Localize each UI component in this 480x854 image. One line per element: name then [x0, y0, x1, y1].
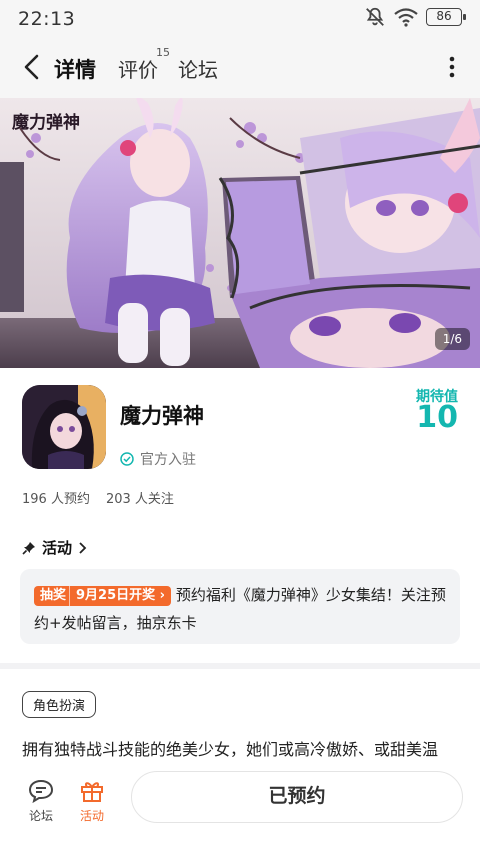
- more-vertical-icon[interactable]: [446, 54, 458, 80]
- lottery-tag: 抽奖: [34, 586, 73, 606]
- tab-details[interactable]: 详情: [54, 54, 96, 84]
- verified-check-icon: [120, 452, 134, 466]
- follower-count: 203 人关注: [105, 492, 174, 507]
- chevron-right-icon: [79, 541, 87, 554]
- forum-button[interactable]: 论坛: [19, 779, 63, 824]
- tab-forum[interactable]: 论坛: [178, 54, 218, 83]
- game-description: 拥有独特战斗技能的绝美少女，她们或高冷傲娇、或甜美温: [22, 740, 439, 759]
- bell-off-icon: [366, 7, 384, 26]
- score-value: 10: [416, 400, 458, 435]
- reserved-button[interactable]: 已预约: [131, 771, 463, 823]
- status-bar: 22:13 86: [0, 0, 480, 38]
- app-stats: 196 人预约 203 人关注: [22, 488, 174, 507]
- app-name: 魔力弹神: [120, 404, 204, 428]
- genre-tag[interactable]: 角色扮演: [22, 691, 97, 718]
- official-badge: 官方入驻: [120, 449, 196, 469]
- back-arrow-icon[interactable]: [18, 52, 48, 82]
- reviews-count: 15: [156, 46, 170, 59]
- banner-title: 魔力弹神: [12, 113, 80, 133]
- bottom-action-bar: 论坛 活动 已预约: [0, 765, 480, 854]
- banner-carousel[interactable]: 魔力弹神 1/6: [0, 98, 480, 368]
- banner-page-counter: 1/6: [434, 328, 470, 350]
- activity-section-link[interactable]: 活动: [22, 537, 88, 558]
- battery-indicator: 86: [426, 8, 466, 26]
- tab-reviews[interactable]: 评价 15: [118, 46, 170, 83]
- activity-button[interactable]: 活动: [70, 779, 114, 824]
- gift-icon: [81, 782, 103, 802]
- pin-icon: [22, 541, 35, 555]
- activity-card[interactable]: 抽奖 9月25日开奖 › 预约福利《魔力弹神》少女集结！关注预约+发帖留言，抽京东…: [20, 569, 460, 644]
- reservation-count: 196 人预约: [22, 492, 90, 507]
- draw-date-tag: 9月25日开奖 ›: [69, 586, 172, 606]
- banner-artwork: [0, 98, 480, 368]
- status-time: 22:13: [18, 8, 76, 30]
- app-icon: [22, 385, 106, 469]
- wifi-icon: [394, 8, 418, 27]
- forum-chat-icon: [28, 779, 54, 803]
- status-icons: 86: [364, 6, 466, 28]
- top-nav: 详情 评价 15 论坛: [0, 38, 480, 98]
- section-divider: [0, 663, 480, 669]
